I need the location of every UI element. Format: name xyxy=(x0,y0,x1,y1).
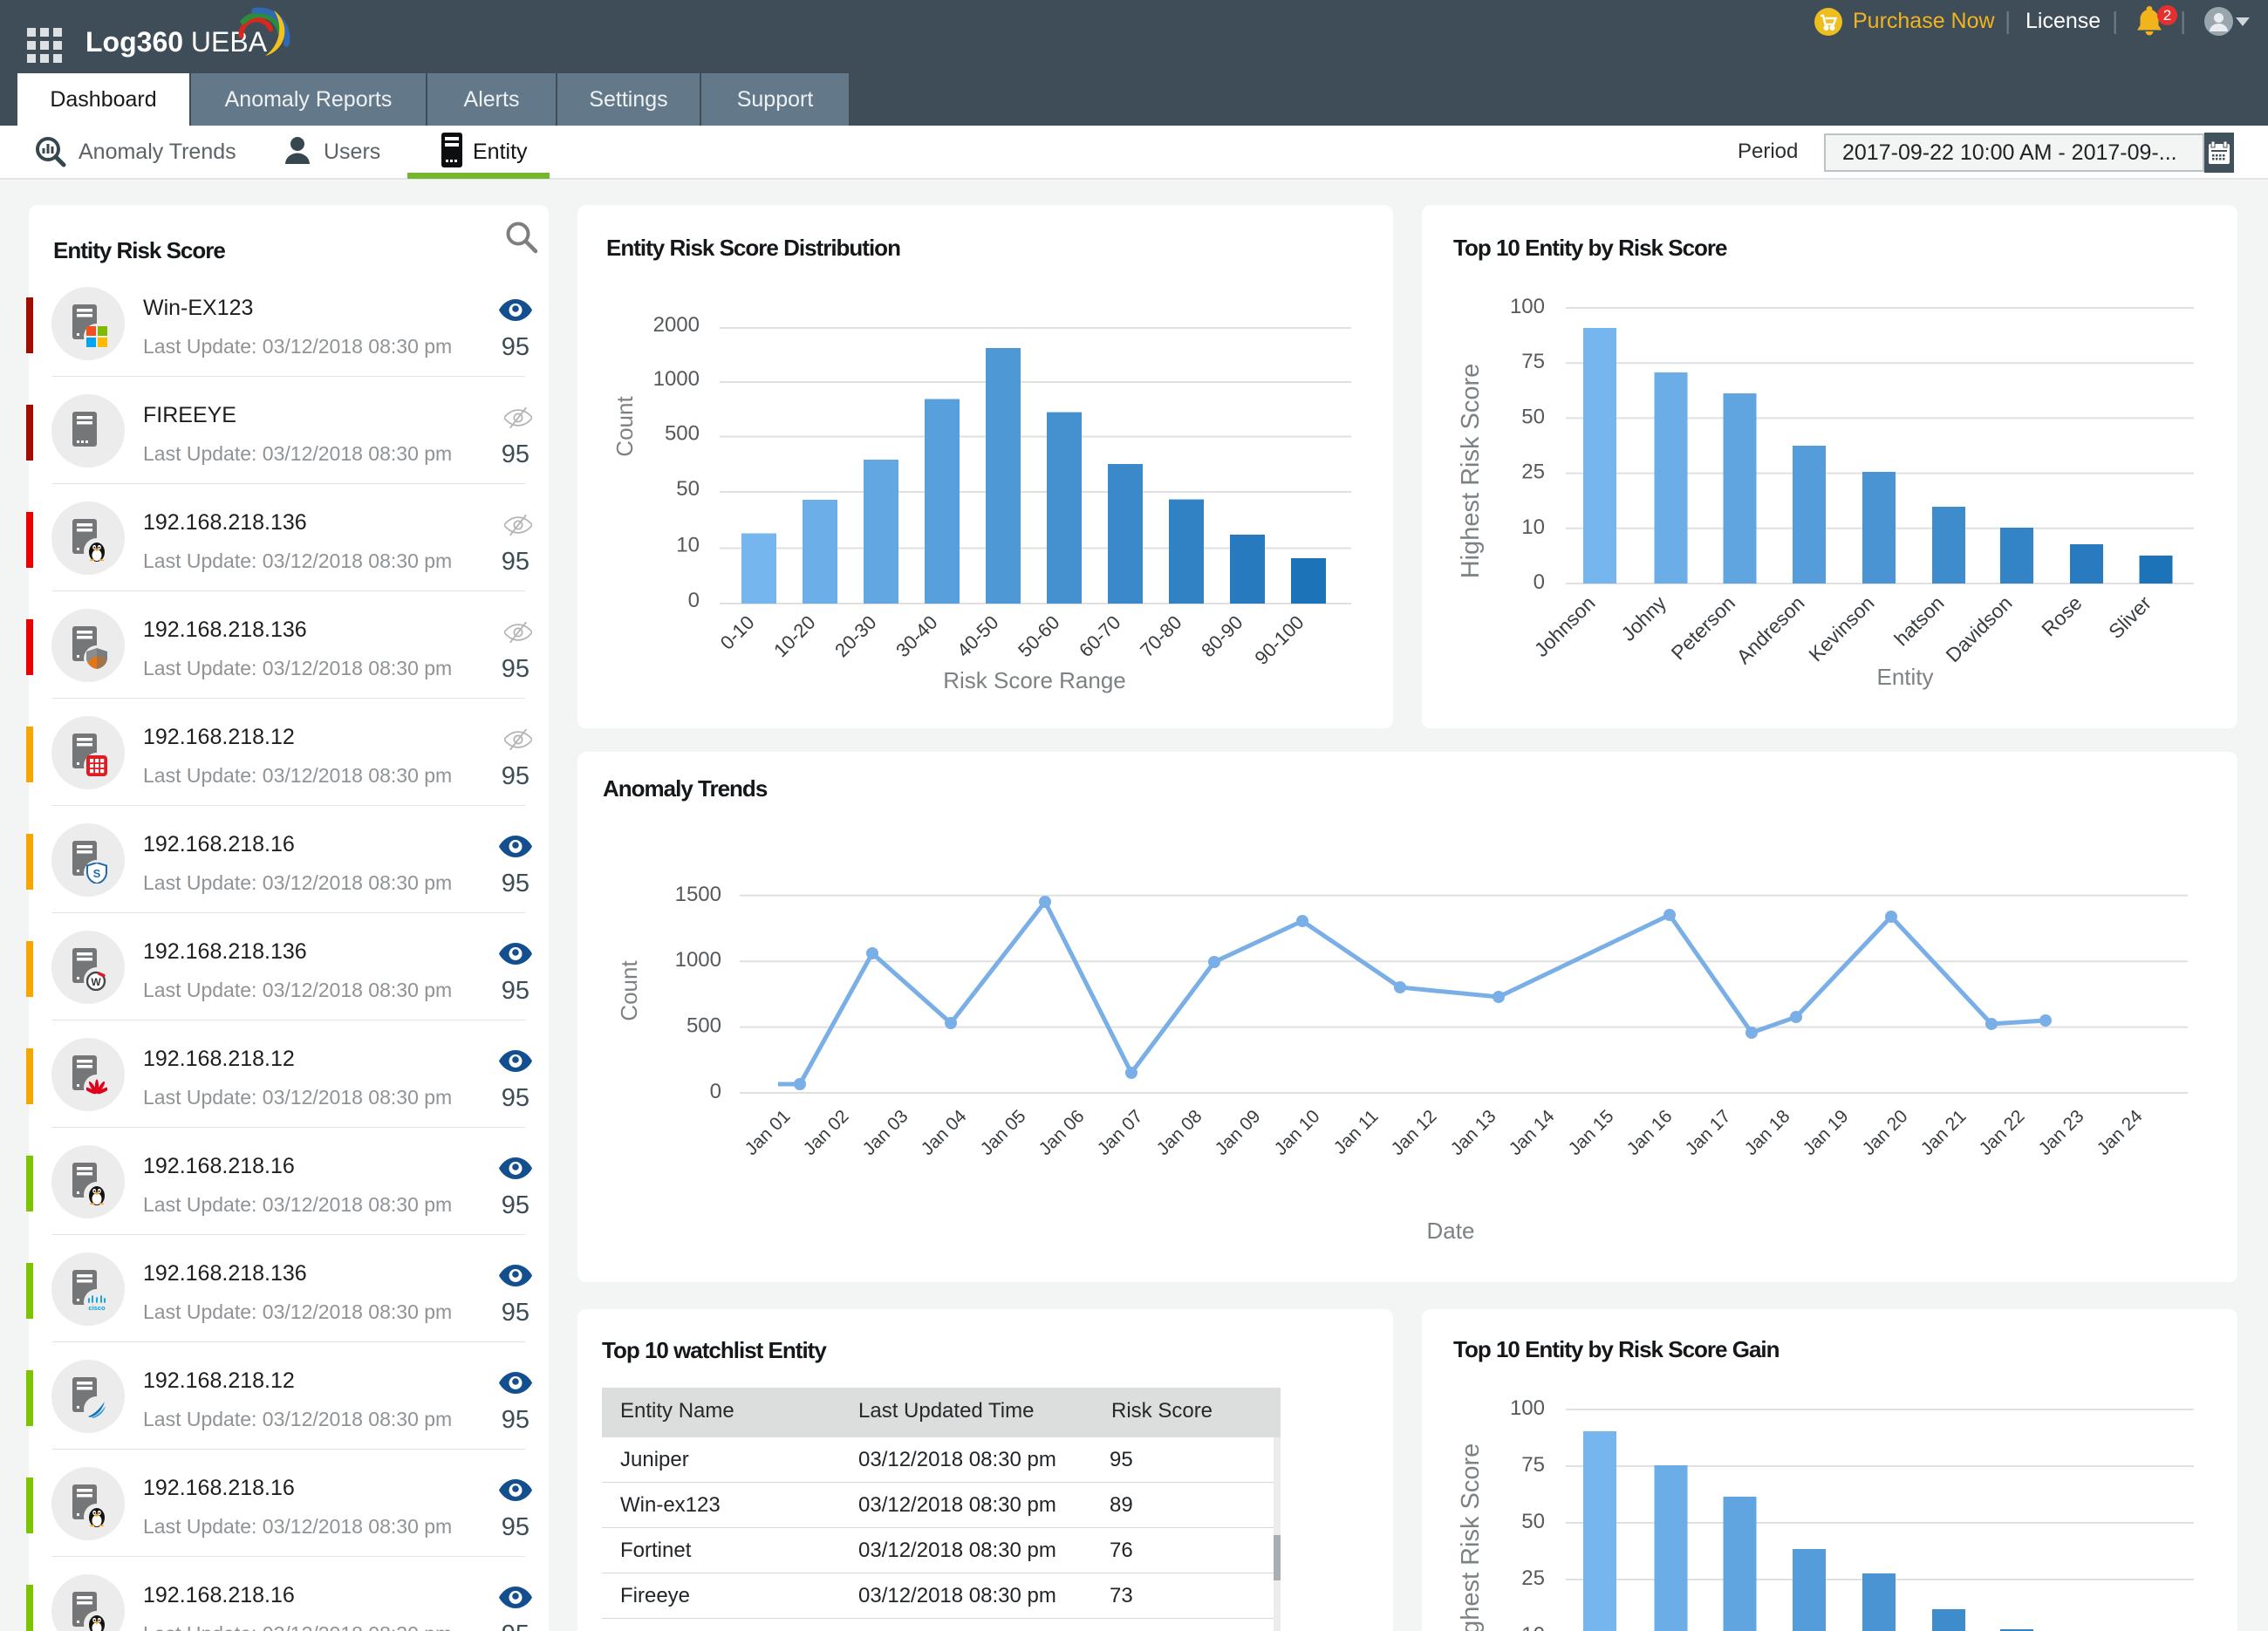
svg-text:90-100: 90-100 xyxy=(1250,611,1308,669)
svg-text:Jan 24: Jan 24 xyxy=(2094,1106,2147,1159)
svg-text:25: 25 xyxy=(1521,461,1545,484)
svg-text:Highest Risk Score: Highest Risk Score xyxy=(1457,1443,1485,1631)
svg-text:0: 0 xyxy=(710,1080,721,1103)
svg-text:Highest Risk Score: Highest Risk Score xyxy=(1457,364,1485,579)
svg-text:10-20: 10-20 xyxy=(769,611,819,661)
svg-text:60-70: 60-70 xyxy=(1075,611,1124,661)
svg-text:Sliver: Sliver xyxy=(2104,591,2155,643)
svg-text:Jan 16: Jan 16 xyxy=(1623,1106,1677,1159)
svg-text:40-50: 40-50 xyxy=(953,611,1002,661)
svg-text:20-30: 20-30 xyxy=(830,611,880,661)
svg-text:Jan 09: Jan 09 xyxy=(1212,1106,1265,1159)
svg-text:75: 75 xyxy=(1521,350,1545,373)
svg-text:50-60: 50-60 xyxy=(1014,611,1063,661)
svg-text:Jan 07: Jan 07 xyxy=(1094,1106,1147,1159)
svg-text:Jan 15: Jan 15 xyxy=(1565,1106,1618,1159)
svg-text:hatson: hatson xyxy=(1889,591,1948,650)
svg-text:Jan 08: Jan 08 xyxy=(1153,1106,1206,1159)
svg-text:25: 25 xyxy=(1521,1566,1545,1590)
svg-text:80-90: 80-90 xyxy=(1197,611,1247,661)
svg-text:70-80: 70-80 xyxy=(1136,611,1185,661)
svg-text:Peterson: Peterson xyxy=(1667,591,1739,664)
svg-text:0: 0 xyxy=(688,589,700,612)
svg-text:1000: 1000 xyxy=(675,948,721,972)
svg-text:Jan 13: Jan 13 xyxy=(1447,1106,1500,1159)
svg-text:Rose: Rose xyxy=(2037,591,2086,640)
svg-text:50: 50 xyxy=(1521,405,1545,428)
svg-text:50: 50 xyxy=(676,477,700,501)
svg-text:Andreson: Andreson xyxy=(1732,591,1809,668)
svg-text:Jan 04: Jan 04 xyxy=(918,1106,971,1159)
svg-text:2000: 2000 xyxy=(653,313,700,337)
svg-text:Davidson: Davidson xyxy=(1941,591,2016,666)
svg-text:75: 75 xyxy=(1521,1453,1545,1477)
svg-text:Jan 14: Jan 14 xyxy=(1506,1106,1559,1159)
svg-text:0-10: 0-10 xyxy=(716,611,759,654)
svg-text:Jan 01: Jan 01 xyxy=(741,1106,795,1159)
svg-text:Jan 18: Jan 18 xyxy=(1741,1106,1794,1159)
svg-text:1000: 1000 xyxy=(653,367,700,391)
svg-text:10: 10 xyxy=(676,534,700,557)
svg-text:Entity: Entity xyxy=(1876,664,1933,690)
svg-text:100: 100 xyxy=(1510,295,1545,318)
svg-text:500: 500 xyxy=(665,422,700,446)
svg-text:Jan 23: Jan 23 xyxy=(2035,1106,2088,1159)
svg-text:Jan 10: Jan 10 xyxy=(1271,1106,1324,1159)
svg-text:Jan 19: Jan 19 xyxy=(1800,1106,1853,1159)
svg-text:50: 50 xyxy=(1521,1510,1545,1533)
svg-text:Johny: Johny xyxy=(1616,591,1670,645)
svg-text:Jan 20: Jan 20 xyxy=(1859,1106,1912,1159)
svg-text:Johnson: Johnson xyxy=(1530,591,1600,661)
svg-text:Jan 06: Jan 06 xyxy=(1035,1106,1089,1159)
svg-text:Jan 02: Jan 02 xyxy=(800,1106,853,1159)
svg-text:500: 500 xyxy=(687,1014,721,1038)
svg-text:Count: Count xyxy=(611,396,638,457)
svg-text:100: 100 xyxy=(1510,1396,1545,1420)
svg-text:Kevinson: Kevinson xyxy=(1804,591,1878,665)
svg-text:Jan 11: Jan 11 xyxy=(1330,1106,1383,1158)
svg-text:Risk Score Range: Risk Score Range xyxy=(943,667,1126,693)
svg-text:30-40: 30-40 xyxy=(891,611,941,661)
svg-text:10: 10 xyxy=(1521,515,1545,539)
svg-text:1500: 1500 xyxy=(675,883,721,906)
svg-text:Jan 03: Jan 03 xyxy=(859,1106,912,1159)
svg-text:Jan 22: Jan 22 xyxy=(1976,1106,2029,1159)
svg-text:10: 10 xyxy=(1521,1623,1545,1631)
svg-text:Jan 05: Jan 05 xyxy=(977,1106,1030,1159)
svg-text:Date: Date xyxy=(1427,1218,1475,1244)
svg-text:0: 0 xyxy=(1534,570,1545,594)
svg-text:Jan 21: Jan 21 xyxy=(1917,1106,1971,1159)
svg-text:Jan 17: Jan 17 xyxy=(1682,1106,1735,1159)
svg-text:Jan 12: Jan 12 xyxy=(1388,1106,1441,1159)
svg-text:Count: Count xyxy=(616,960,642,1021)
